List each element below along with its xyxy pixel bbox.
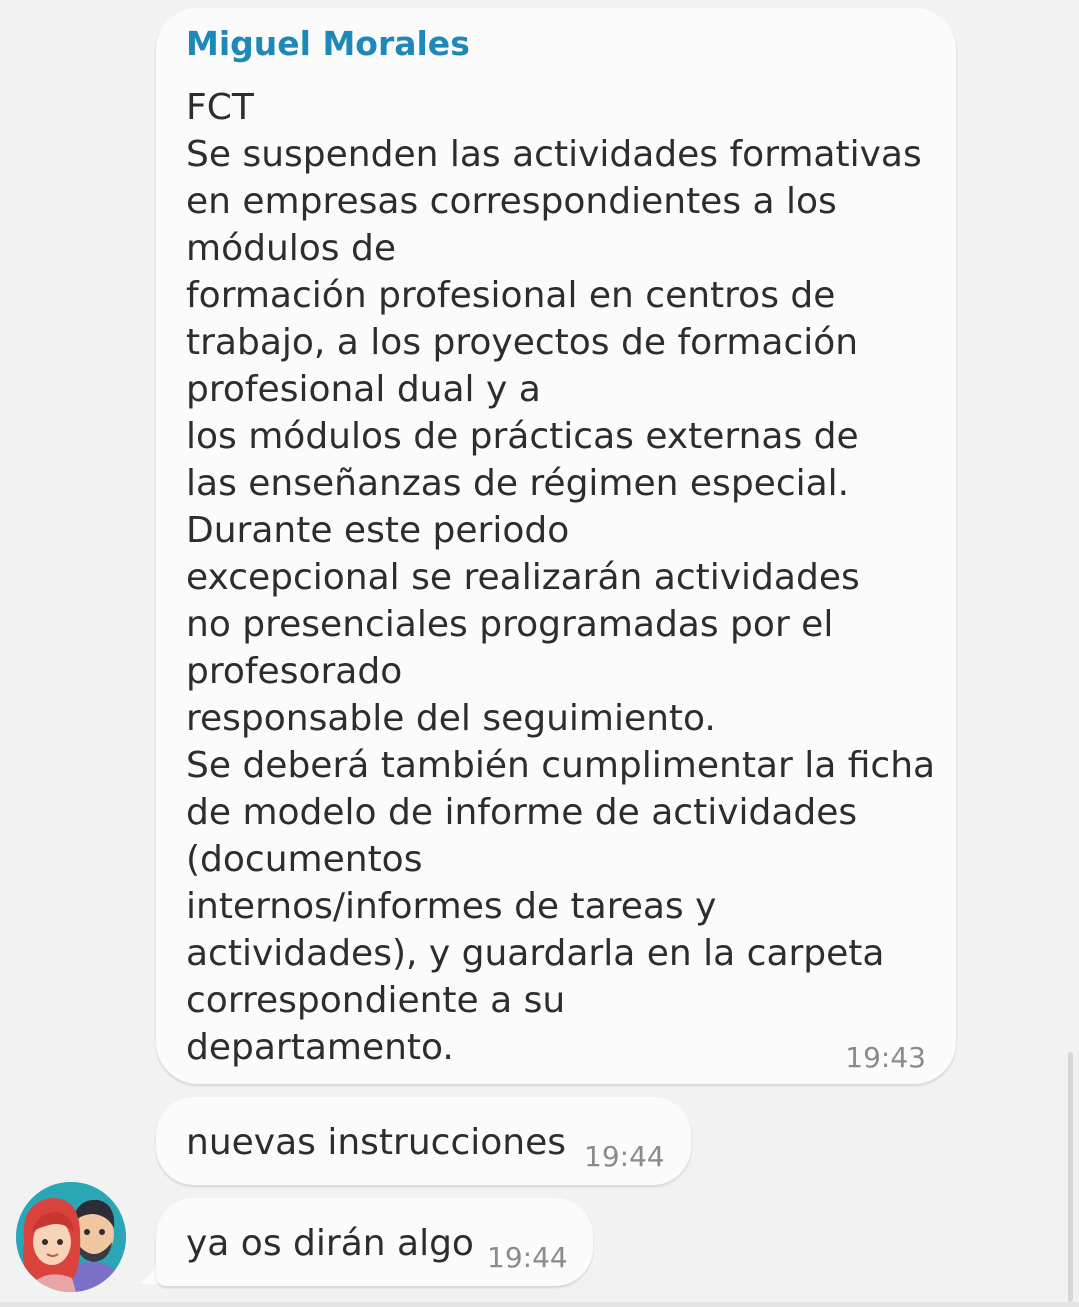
user-avatar-couple-illustration-icon xyxy=(16,1182,126,1292)
message-text: FCT Se suspenden las actividades formati… xyxy=(186,87,936,1068)
message-timestamp: 19:43 xyxy=(845,1041,926,1074)
divider xyxy=(0,1302,1079,1307)
message-bubble[interactable]: nuevas instrucciones 19:44 xyxy=(156,1097,691,1185)
sender-name[interactable]: Miguel Morales xyxy=(186,24,470,63)
message-timestamp: 19:44 xyxy=(584,1140,665,1173)
message-timestamp: 19:44 xyxy=(487,1241,568,1274)
message-text: nuevas instrucciones xyxy=(186,1122,566,1163)
message-bubble[interactable]: ya os dirán algo 19:44 xyxy=(156,1198,593,1286)
scrollbar[interactable] xyxy=(1068,1052,1073,1302)
message-bubble[interactable]: Miguel Morales FCT Se suspenden las acti… xyxy=(156,8,956,1084)
message-text: ya os dirán algo xyxy=(186,1223,474,1264)
avatar[interactable] xyxy=(16,1182,126,1292)
